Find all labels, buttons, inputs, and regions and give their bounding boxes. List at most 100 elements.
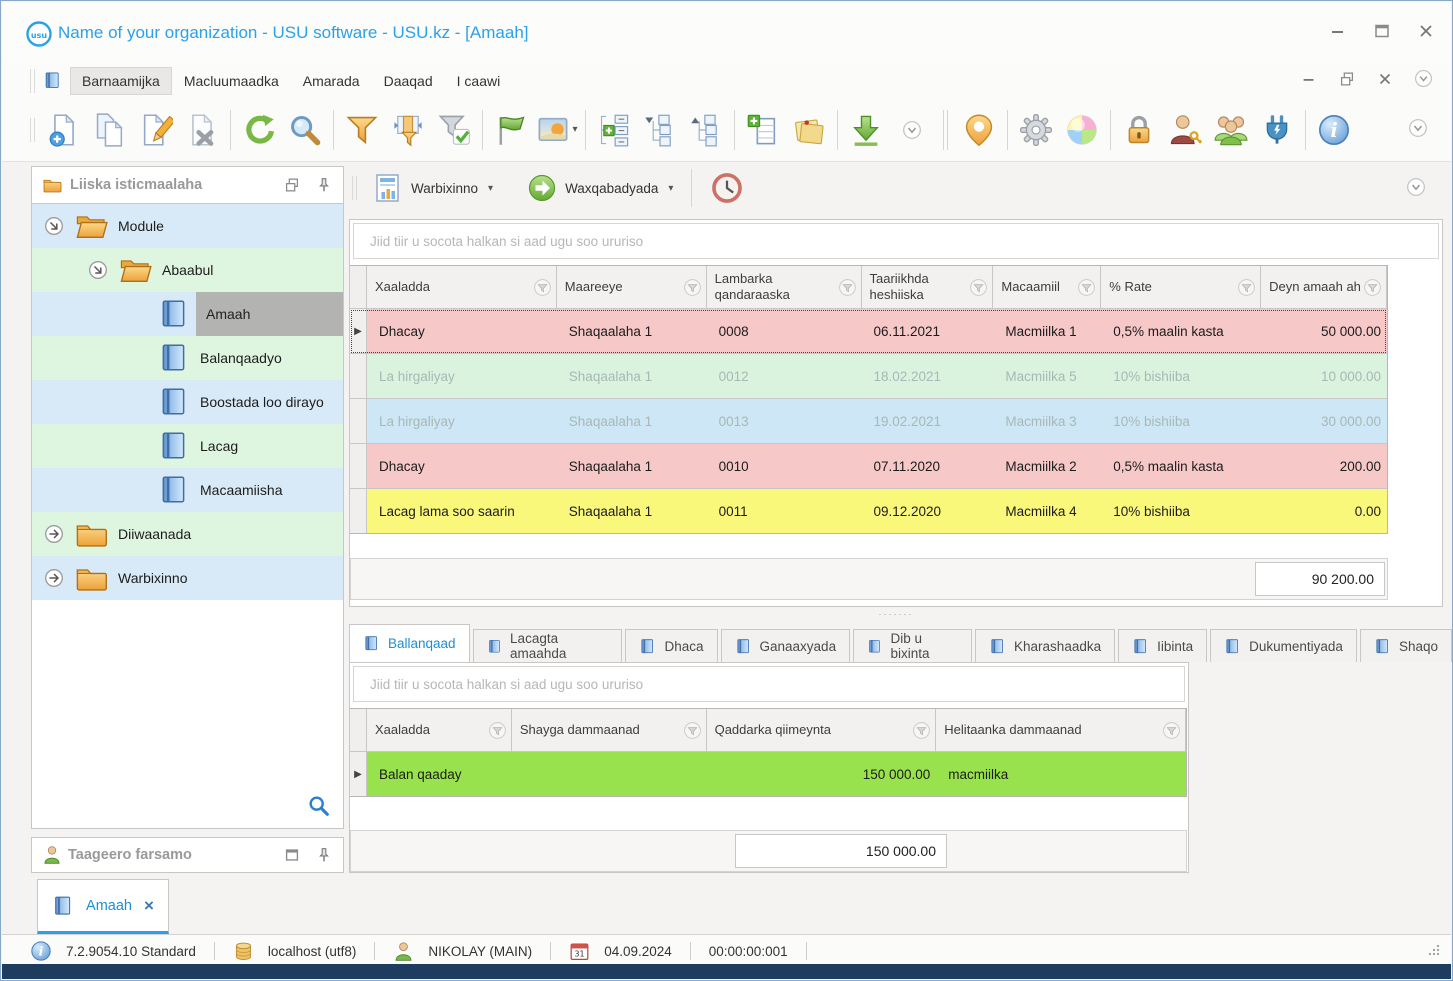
support-panel[interactable]: Taageero farsamo	[31, 837, 344, 873]
settings-button[interactable]	[1013, 107, 1059, 153]
sidebar-item-macaamiisha[interactable]: Macaamiisha	[32, 468, 343, 512]
plug-button[interactable]	[1254, 107, 1300, 153]
menu-item-barnaamijka[interactable]: Barnaamijka	[70, 66, 172, 95]
tab-dukumentiyada[interactable]: Dukumentiyada	[1210, 629, 1357, 662]
tab-shaqo[interactable]: Shaqo	[1359, 629, 1452, 662]
image-button[interactable]: ▾	[534, 107, 580, 153]
add-table-button[interactable]	[740, 107, 786, 153]
delete-record-button[interactable]	[179, 107, 225, 153]
menu-item-icaawi[interactable]: I caawi	[445, 67, 513, 95]
collapse-arrow-icon[interactable]	[88, 260, 108, 280]
notes-button[interactable]	[786, 107, 832, 153]
collapse-arrow-icon[interactable]	[44, 216, 64, 236]
filter-button[interactable]	[339, 107, 385, 153]
column-header-maareeye[interactable]: Maareeye	[557, 266, 707, 308]
expand-arrow-icon[interactable]	[44, 524, 64, 544]
user-rights-button[interactable]	[1162, 107, 1208, 153]
flag-button[interactable]	[488, 107, 534, 153]
info-icon[interactable]	[30, 940, 52, 962]
column-header-xaaladda[interactable]: Xaaladda	[367, 709, 512, 751]
table-row[interactable]: La hirgaliyay Shaqaalaha 1 0012 18.02.2021 M…	[350, 354, 1387, 399]
sidebar-item-boostada-loo-dirayo[interactable]: Boostada loo dirayo	[32, 380, 343, 424]
window-minimize-button[interactable]	[1327, 20, 1349, 42]
colors-button[interactable]	[1059, 107, 1105, 153]
mdi-close-button[interactable]	[1376, 70, 1394, 88]
collapse-tree-button[interactable]	[637, 107, 683, 153]
menu-item-macluumaadka[interactable]: Macluumaadka	[172, 67, 291, 95]
tree-search-icon[interactable]	[307, 794, 331, 818]
sidebar-item-warbixinno[interactable]: Warbixinno	[32, 556, 343, 600]
column-header-taariikhda-heshiiska[interactable]: Taariikhda heshiiska	[862, 266, 994, 308]
expand-tree-button[interactable]	[683, 107, 729, 153]
tab-label: Iibinta	[1157, 638, 1194, 654]
chevron-small-button[interactable]	[889, 107, 935, 153]
tab-ganaaxyada[interactable]: Ganaaxyada	[720, 629, 851, 662]
resize-grip[interactable]	[1427, 943, 1441, 957]
support-maximize-button[interactable]	[283, 846, 301, 864]
reports-dropdown-button[interactable]: Warbixinno ▾	[363, 169, 503, 207]
expand-arrow-icon[interactable]	[44, 568, 64, 588]
column-header-lambarka-qandaraaska[interactable]: Lambarka qandaraaska	[707, 266, 862, 308]
sidebar-item-abaabul[interactable]: Abaabul	[32, 248, 343, 292]
table-row[interactable]: ▶ Balan qaaday 150 000.00 macmiilka	[350, 752, 1186, 796]
table-row[interactable]: La hirgaliyay Shaqaalaha 1 0013 19.02.2021 M…	[350, 399, 1387, 444]
filter-icon	[345, 113, 379, 147]
actionbar-grip[interactable]	[352, 176, 357, 200]
column-header-macaamiil[interactable]: Macaamiil	[993, 266, 1102, 308]
sidebar-float-button[interactable]	[283, 176, 301, 194]
mdi-restore-button[interactable]	[1338, 70, 1356, 88]
expand-levels-button[interactable]	[591, 107, 637, 153]
menu-item-amarada[interactable]: Amarada	[291, 67, 372, 95]
table-row[interactable]: ▶ Dhacay Shaqaalaha 1 0008 06.11.2021 Macmiil…	[350, 309, 1387, 354]
export-button[interactable]	[843, 107, 889, 153]
column-header--rate[interactable]: % Rate	[1101, 266, 1262, 308]
column-header-shayga-dammaanad[interactable]: Shayga dammaanad	[512, 709, 707, 751]
sidebar-pin-button[interactable]	[315, 176, 333, 194]
tab-kharashaadka[interactable]: Kharashaadka	[975, 629, 1116, 662]
actions-dropdown-button[interactable]: Waxqabadyada ▾	[517, 169, 683, 207]
support-pin-button[interactable]	[315, 846, 333, 864]
toolbar-grip[interactable]	[30, 117, 35, 142]
edit-record-button[interactable]	[133, 107, 179, 153]
tab-dib-u-bixinta[interactable]: Dib u bixinta	[853, 629, 973, 662]
copy-record-button[interactable]	[87, 107, 133, 153]
menu-item-daaqad[interactable]: Daaqad	[372, 67, 445, 95]
filter-check-button[interactable]	[431, 107, 477, 153]
doc-tab-close-icon[interactable]: ×	[144, 896, 154, 916]
window-maximize-button[interactable]	[1371, 20, 1393, 42]
column-header-deyn-amaah-ah[interactable]: Deyn amaah ah	[1261, 266, 1387, 308]
sidebar-item-amaah[interactable]: Amaah	[32, 292, 343, 336]
doc-tab-amaah[interactable]: Amaah ×	[37, 879, 169, 934]
add-record-button[interactable]	[41, 107, 87, 153]
window-close-button[interactable]	[1415, 20, 1437, 42]
mdi-minimize-button[interactable]	[1300, 70, 1318, 88]
filter-panel-button[interactable]	[385, 107, 431, 153]
user-groups-button[interactable]	[1208, 107, 1254, 153]
toolbar-overflow-button[interactable]	[1408, 118, 1428, 138]
tab-lacagta-amaahda[interactable]: Lacagta amaahda	[472, 629, 623, 662]
map-pin-button[interactable]	[956, 107, 1002, 153]
tab-iibinta[interactable]: Iibinta	[1118, 629, 1208, 662]
splitter-handle[interactable]: ·······	[349, 607, 1443, 623]
sidebar-item-module[interactable]: Module	[32, 204, 343, 248]
table-row[interactable]: Dhacay Shaqaalaha 1 0010 07.11.2020 Macmiilk…	[350, 444, 1387, 489]
actionbar-overflow-button[interactable]	[1406, 177, 1426, 197]
menubar-overflow-button[interactable]	[1414, 69, 1433, 88]
lock-button[interactable]	[1116, 107, 1162, 153]
sidebar-item-diiwaanada[interactable]: Diiwaanada	[32, 512, 343, 556]
search-button[interactable]	[282, 107, 328, 153]
column-header-helitaanka-dammaanad[interactable]: Helitaanka dammaanad	[936, 709, 1186, 751]
refresh-button[interactable]	[236, 107, 282, 153]
scheduler-button[interactable]	[700, 167, 754, 209]
sidebar-item-lacag[interactable]: Lacag	[32, 424, 343, 468]
tab-ballanqaad[interactable]: Ballanqaad	[349, 624, 470, 662]
menubar-grip[interactable]	[30, 68, 35, 93]
sidebar-item-balanqaadyo[interactable]: Balanqaadyo	[32, 336, 343, 380]
info-button[interactable]	[1311, 107, 1357, 153]
column-header-xaaladda[interactable]: Xaaladda	[367, 266, 557, 308]
column-header-label: Shayga dammaanad	[519, 722, 640, 738]
table-row[interactable]: Lacag lama soo saarin Shaqaalaha 1 0011 09.…	[350, 489, 1387, 533]
go-arrow-icon	[527, 173, 557, 203]
column-header-qaddarka-qiimeynta[interactable]: Qaddarka qiimeynta	[707, 709, 937, 751]
tab-dhaca[interactable]: Dhaca	[625, 629, 718, 662]
